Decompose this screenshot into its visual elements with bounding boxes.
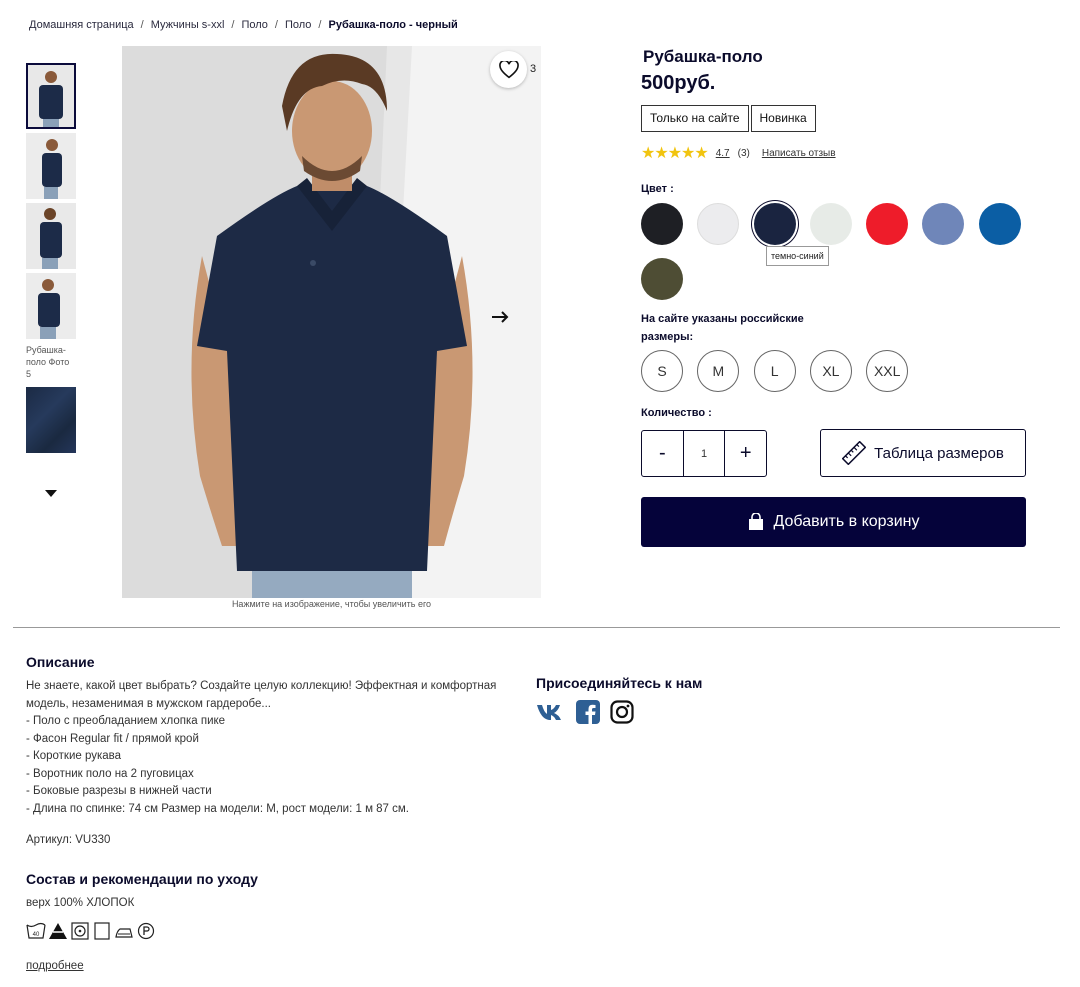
- size-option-s[interactable]: S: [641, 350, 683, 392]
- favorites-count: 3: [530, 63, 537, 75]
- wash-temperature: 40: [33, 932, 40, 938]
- heart-icon: [498, 60, 519, 78]
- badge-new: Новинка: [750, 105, 816, 132]
- description-text: Не знаете, какой цвет выбрать? Создайте …: [26, 678, 526, 818]
- description-line: - Воротник поло на 2 пуговицах: [26, 767, 194, 780]
- thumbnail-5-broken[interactable]: Рубашка-поло Фото 5: [26, 343, 76, 383]
- description-line: - Длина по спинке: 74 см Размер на модел…: [26, 802, 410, 815]
- color-swatch[interactable]: [641, 258, 683, 300]
- iron-icon: [114, 921, 134, 941]
- facebook-icon[interactable]: [576, 700, 600, 724]
- size-option-xxl[interactable]: XXL: [866, 350, 909, 392]
- description-line: - Фасон Regular fit / прямой крой: [26, 732, 199, 745]
- badge-online-only: Только на сайте: [641, 105, 749, 132]
- thumbnail-list: Рубашка-поло Фото 5: [26, 63, 76, 457]
- color-swatch[interactable]: [810, 203, 852, 245]
- breadcrumb-separator: /: [274, 19, 278, 31]
- quantity-input[interactable]: 1: [682, 431, 726, 476]
- vk-icon[interactable]: [536, 702, 566, 722]
- quantity-stepper: - 1 +: [641, 430, 767, 477]
- color-swatch[interactable]: [866, 203, 908, 245]
- breadcrumb-current: Рубашка-поло - черный: [328, 19, 458, 31]
- quantity-minus-button[interactable]: -: [642, 431, 683, 476]
- color-swatch[interactable]: [979, 203, 1021, 245]
- breadcrumb-separator: /: [231, 19, 235, 31]
- description-line: Не знаете, какой цвет выбрать? Создайте …: [26, 680, 497, 710]
- color-label: Цвет :: [641, 183, 674, 195]
- description-line: - Поло с преобладанием хлопка пике: [26, 715, 226, 727]
- description-line: - Короткие рукава: [26, 750, 122, 762]
- description-line: - Боковые разрезы в нижней части: [26, 785, 212, 797]
- write-review-link[interactable]: Написать отзыв: [762, 148, 836, 159]
- composition-text: верх 100% ХЛОПОК: [26, 897, 135, 909]
- instagram-icon[interactable]: [610, 700, 634, 724]
- product-title: Рубашка-поло: [643, 47, 763, 66]
- thumbnail-1[interactable]: [26, 63, 76, 129]
- quantity-plus-button[interactable]: +: [725, 431, 766, 476]
- badges: Только на сайте Новинка: [641, 105, 816, 132]
- sku: Артикул: VU330: [26, 834, 111, 846]
- reviews-count: (3): [737, 147, 750, 159]
- description-heading: Описание: [26, 654, 95, 670]
- section-divider: [13, 627, 1060, 628]
- social-links: [536, 700, 634, 724]
- color-swatch[interactable]: [697, 203, 739, 245]
- sizes-label: На сайте указаны российские размеры:: [641, 313, 804, 343]
- color-swatch[interactable]: [922, 203, 964, 245]
- add-to-cart-button[interactable]: Добавить в корзину: [641, 497, 1026, 547]
- color-swatch[interactable]: [754, 203, 796, 245]
- breadcrumb-separator: /: [318, 19, 322, 31]
- next-image-arrow-icon[interactable]: [491, 310, 509, 324]
- rating-value[interactable]: 4.7: [716, 148, 730, 159]
- quantity-label: Количество :: [641, 407, 712, 419]
- thumbnail-4[interactable]: [26, 273, 76, 339]
- favorite-button[interactable]: [490, 51, 527, 88]
- main-product-image[interactable]: [122, 46, 541, 598]
- color-tooltip: темно-синий: [766, 246, 829, 266]
- broken-image-alt: Рубашка-поло Фото 5: [26, 345, 70, 379]
- size-table-button[interactable]: Таблица размеров: [820, 429, 1026, 477]
- breadcrumb-separator: /: [140, 19, 144, 31]
- ruler-icon: [842, 441, 867, 465]
- product-price: 500руб.: [641, 72, 716, 94]
- social-heading: Присоединяйтесь к нам: [536, 675, 703, 691]
- tumble-dry-icon: [70, 921, 90, 941]
- more-details-link[interactable]: подробнее: [26, 960, 84, 972]
- add-to-cart-label: Добавить в корзину: [773, 513, 920, 530]
- size-option-l[interactable]: L: [753, 350, 796, 392]
- thumbnail-6[interactable]: [26, 387, 76, 453]
- image-zoom-caption: Нажмите на изображение, чтобы увеличить …: [231, 599, 432, 609]
- thumbnail-3[interactable]: [26, 203, 76, 269]
- breadcrumb-polo[interactable]: Поло: [241, 19, 267, 31]
- composition-heading: Состав и рекомендации по уходу: [26, 871, 258, 887]
- color-swatch[interactable]: [641, 203, 683, 245]
- breadcrumb-home[interactable]: Домашняя страница: [29, 19, 134, 31]
- rating: ★★★★★ 4.7 (3) Написать отзыв: [641, 143, 836, 163]
- care-icons: 40: [26, 921, 156, 941]
- rating-stars-icon: ★★★★★: [641, 145, 709, 162]
- wash-40-icon: 40: [26, 921, 46, 941]
- thumbnail-2[interactable]: [26, 133, 76, 199]
- breadcrumb-men[interactable]: Мужчины s-xxl: [151, 19, 225, 31]
- size-option-xl[interactable]: XL: [809, 350, 852, 392]
- thumbnails-down-arrow-icon[interactable]: [45, 490, 57, 497]
- dry-clean-p-icon: [136, 921, 156, 941]
- size-table-label: Таблица размеров: [874, 444, 1004, 462]
- dry-icon: [92, 921, 112, 941]
- breadcrumb: Домашняя страница / Мужчины s-xxl / Поло…: [29, 19, 458, 31]
- bleach-icon: [48, 921, 68, 941]
- breadcrumb-polo-sub[interactable]: Поло: [285, 19, 311, 31]
- shopping-bag-icon: [749, 513, 764, 530]
- size-option-m[interactable]: M: [697, 350, 740, 392]
